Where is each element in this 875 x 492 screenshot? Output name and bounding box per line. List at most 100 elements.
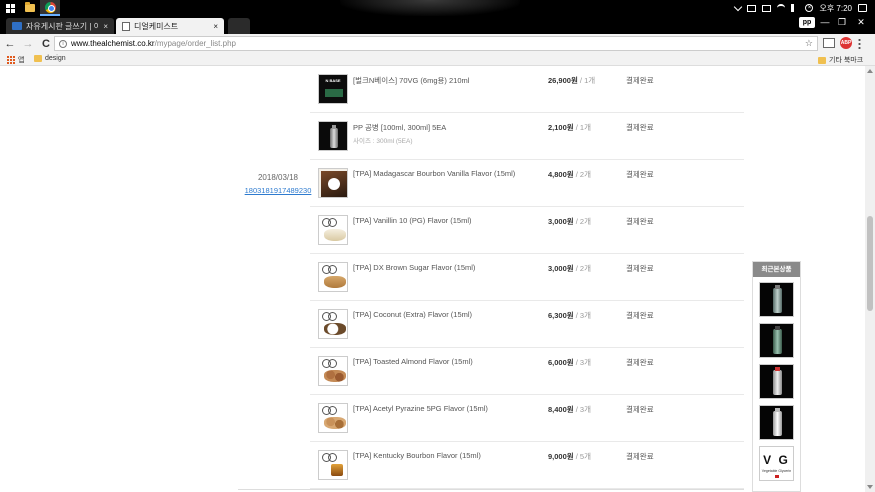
product-thumbnail[interactable] xyxy=(318,168,348,198)
url-path: /mypage/order_list.php xyxy=(154,39,236,48)
page-content: 2018/03/18 1803181917489230 N BASE [벌크N베… xyxy=(0,66,865,492)
scrollbar-thumb[interactable] xyxy=(867,216,873,311)
product-name[interactable]: [TPA] Acetyl Pyrazine 5PG Flavor (15ml) xyxy=(353,404,538,413)
product-price: 3,000원 / 2개 xyxy=(548,263,591,274)
product-name[interactable]: [TPA] Kentucky Bourbon Flavor (15ml) xyxy=(353,451,538,460)
notification-icon[interactable] xyxy=(858,4,867,12)
clock[interactable]: 오후 7:20 xyxy=(819,3,852,14)
chrome-taskbar-icon[interactable] xyxy=(40,0,60,16)
recently-viewed-panel: 최근본상품 V G Vegetable Glycerin xyxy=(752,261,801,492)
product-thumbnail[interactable] xyxy=(318,262,348,292)
scroll-down-icon[interactable] xyxy=(867,485,873,489)
browser-toolbar: ← → C i www.thealchemist.co.kr/mypage/or… xyxy=(0,34,875,54)
order-status: 결제완료 xyxy=(626,311,654,320)
close-tab-icon[interactable]: × xyxy=(213,22,218,31)
close-window-button[interactable]: ✕ xyxy=(851,17,871,28)
product-name[interactable]: [TPA] Coconut (Extra) Flavor (15ml) xyxy=(353,310,538,319)
back-button[interactable]: ← xyxy=(2,36,18,52)
product-price: 6,300원 / 3개 xyxy=(548,310,591,321)
order-status: 결제완료 xyxy=(626,76,654,85)
recent-product-thumbnail[interactable]: V G Vegetable Glycerin xyxy=(759,446,794,481)
windows-taskbar: × 오후 7:20 xyxy=(0,0,875,16)
address-bar[interactable]: i www.thealchemist.co.kr/mypage/order_li… xyxy=(54,36,818,51)
quantity: / 1개 xyxy=(573,123,591,132)
apps-grid-icon xyxy=(7,56,15,64)
product-thumbnail[interactable] xyxy=(318,403,348,433)
product-price: 26,900원 / 1개 xyxy=(548,75,595,86)
product-thumbnail[interactable] xyxy=(318,121,348,151)
quantity: / 2개 xyxy=(573,217,591,226)
product-price: 8,400원 / 3개 xyxy=(548,404,591,415)
chrome-menu-icon[interactable] xyxy=(858,38,861,49)
recent-product-thumbnail[interactable] xyxy=(759,282,794,317)
scroll-up-icon[interactable] xyxy=(867,69,873,73)
price-value: 26,900원 xyxy=(548,76,578,85)
bookmark-apps[interactable]: 앱 xyxy=(7,55,24,65)
product-thumbnail[interactable]: N BASE xyxy=(318,74,348,104)
bookmarks-bar: 앱 design 기타 북마크 xyxy=(0,54,875,66)
recent-product-thumbnail[interactable] xyxy=(759,364,794,399)
price-value: 3,000원 xyxy=(548,217,574,226)
product-name[interactable]: [벌크N베이스] 70VG (6mg용) 210ml xyxy=(353,75,538,86)
order-item-row: [TPA] Coconut (Extra) Flavor (15ml) 6,30… xyxy=(310,301,744,348)
vg-logo: V G xyxy=(763,453,790,467)
forward-button[interactable]: → xyxy=(20,36,36,52)
quantity: / 2개 xyxy=(573,170,591,179)
price-value: 6,300원 xyxy=(548,311,574,320)
mail-extension-icon[interactable] xyxy=(823,38,835,48)
price-value: 2,100원 xyxy=(548,123,574,132)
quantity: / 2개 xyxy=(573,264,591,273)
reload-button[interactable]: C xyxy=(38,36,54,52)
volume-icon[interactable] xyxy=(791,4,799,12)
price-value: 3,000원 xyxy=(548,264,574,273)
wifi-icon[interactable] xyxy=(777,4,786,12)
order-status: 결제완료 xyxy=(626,264,654,273)
order-status: 결제완료 xyxy=(626,452,654,461)
order-date: 2018/03/18 xyxy=(257,173,299,182)
tray-chevron-icon[interactable] xyxy=(734,2,743,11)
adblock-extension-icon[interactable]: ABP xyxy=(840,37,852,49)
order-number-link[interactable]: 1803181917489230 xyxy=(242,186,314,195)
profile-button[interactable]: pp xyxy=(799,17,815,28)
bookmark-label: design xyxy=(45,55,66,62)
quantity: / 5개 xyxy=(573,452,591,461)
order-status: 결제완료 xyxy=(626,405,654,414)
system-tray: × 오후 7:20 xyxy=(734,0,875,16)
product-name[interactable]: [TPA] DX Brown Sugar Flavor (15ml) xyxy=(353,263,538,272)
site-info-icon[interactable]: i xyxy=(59,39,67,48)
product-option: 사이즈 : 300ml (5EA) xyxy=(353,138,413,145)
price-value: 4,800원 xyxy=(548,170,574,179)
close-tab-icon[interactable]: × xyxy=(103,22,108,31)
windows-start-icon[interactable] xyxy=(0,0,20,16)
page-scrollbar[interactable] xyxy=(865,66,875,492)
product-name[interactable]: [TPA] Toasted Almond Flavor (15ml) xyxy=(353,357,538,366)
bookmark-design[interactable]: design xyxy=(34,55,66,62)
order-status: 결제완료 xyxy=(626,217,654,226)
order-status: 결제완료 xyxy=(626,358,654,367)
price-value: 8,400원 xyxy=(548,405,574,414)
bookmark-other[interactable]: 기타 북마크 xyxy=(818,55,863,65)
status-x-icon[interactable]: × xyxy=(805,4,814,12)
battery-icon[interactable] xyxy=(747,4,757,12)
product-thumbnail[interactable] xyxy=(318,450,348,480)
restore-button[interactable]: ❐ xyxy=(832,17,852,28)
product-price: 6,000원 / 3개 xyxy=(548,357,591,368)
tab-board-write[interactable]: 자유게시판 글쓰기 | 이리 × xyxy=(6,18,114,34)
recent-product-thumbnail[interactable] xyxy=(759,323,794,358)
product-thumbnail[interactable] xyxy=(318,356,348,386)
new-tab-button[interactable] xyxy=(228,18,250,34)
order-status: 결제완료 xyxy=(626,170,654,179)
product-price: 3,000원 / 2개 xyxy=(548,216,591,227)
product-name[interactable]: PP 공병 [100ml, 300ml] 5EA xyxy=(353,122,538,133)
product-thumbnail[interactable] xyxy=(318,215,348,245)
bookmark-star-icon[interactable]: ☆ xyxy=(805,38,813,49)
file-explorer-icon[interactable] xyxy=(20,0,40,16)
display-icon[interactable] xyxy=(762,4,772,12)
product-price: 9,000원 / 5개 xyxy=(548,451,591,462)
product-name[interactable]: [TPA] Vanillin 10 (PG) Flavor (15ml) xyxy=(353,216,538,225)
recent-product-thumbnail[interactable] xyxy=(759,405,794,440)
tab-alchemist[interactable]: 디얼케미스트 × xyxy=(116,18,224,34)
product-name[interactable]: [TPA] Madagascar Bourbon Vanilla Flavor … xyxy=(353,169,538,178)
quantity: / 1개 xyxy=(577,76,596,85)
product-thumbnail[interactable] xyxy=(318,309,348,339)
